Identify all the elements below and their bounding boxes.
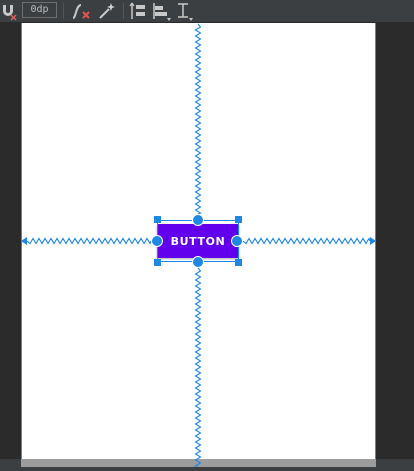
top-constraint-spring (194, 23, 202, 215)
right-arrowhead (370, 237, 376, 245)
resize-handle-bottom-left[interactable] (154, 259, 161, 266)
right-constraint-spring (242, 237, 371, 245)
left-constraint-anchor[interactable] (151, 235, 163, 247)
left-constraint-spring (26, 237, 152, 245)
left-arrowhead (21, 237, 27, 245)
bottom-constraint-spring (193, 267, 202, 467)
button-widget[interactable]: BUTTON (157, 224, 239, 258)
top-constraint-anchor[interactable] (192, 214, 204, 226)
resize-handle-bottom-right[interactable] (235, 259, 242, 266)
bottom-constraint-anchor[interactable] (192, 256, 204, 268)
resize-handle-top-right[interactable] (235, 216, 242, 223)
right-constraint-anchor[interactable] (231, 235, 243, 247)
resize-handle-top-left[interactable] (154, 216, 161, 223)
